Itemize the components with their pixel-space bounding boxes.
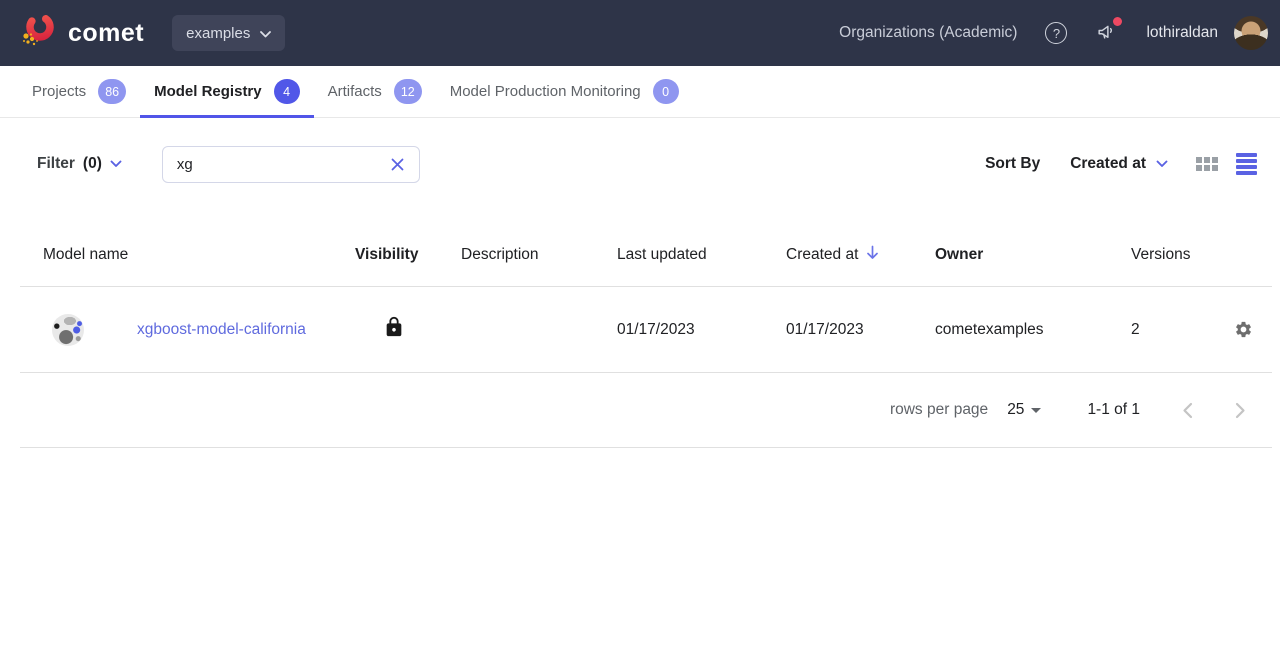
comet-logo-icon	[18, 11, 58, 56]
sort-field-dropdown[interactable]: Created at	[1070, 155, 1168, 173]
tab-model-registry[interactable]: Model Registry 4	[140, 66, 314, 117]
tab-projects-label: Projects	[32, 83, 86, 100]
tab-model-production-monitoring-label: Model Production Monitoring	[450, 83, 641, 100]
sort-by-label: Sort By	[985, 155, 1040, 173]
tab-model-registry-count-badge: 4	[274, 79, 300, 104]
created-at-label: Created at	[786, 246, 858, 264]
table-header-row: Model name Visibility Description Last u…	[20, 224, 1272, 287]
column-header-last-updated[interactable]: Last updated	[617, 246, 786, 264]
announcements-button[interactable]	[1095, 20, 1118, 47]
username-label[interactable]: lothiraldan	[1146, 24, 1218, 42]
tab-projects[interactable]: Projects 86	[18, 66, 140, 117]
lock-icon	[383, 315, 405, 344]
column-header-versions[interactable]: Versions	[1083, 246, 1234, 264]
model-registry-table: Model name Visibility Description Last u…	[20, 224, 1272, 448]
table-row: xgboost-model-california 01/17/2023 01/1…	[20, 287, 1272, 373]
tab-projects-count-badge: 86	[98, 79, 126, 104]
row-actions-cell	[1234, 320, 1272, 339]
logo-wordmark: comet	[68, 19, 144, 48]
user-avatar[interactable]	[1234, 16, 1268, 50]
tab-model-registry-label: Model Registry	[154, 83, 262, 100]
tab-artifacts-count-badge: 12	[394, 79, 422, 104]
page-range-label: 1-1 of 1	[1087, 401, 1140, 419]
search-box	[162, 146, 420, 183]
rows-per-page-label: rows per page	[890, 401, 988, 419]
sort-area: Sort By Created at	[985, 153, 1257, 174]
grid-view-icon[interactable]	[1196, 157, 1218, 171]
chevron-right-icon	[1235, 402, 1246, 419]
comet-logo[interactable]: comet	[18, 11, 144, 56]
rows-per-page-value: 25	[1007, 401, 1024, 419]
model-avatar	[52, 314, 84, 346]
search-input[interactable]	[177, 156, 388, 173]
row-settings-button[interactable]	[1234, 320, 1253, 339]
tab-model-production-monitoring-count-badge: 0	[653, 79, 679, 104]
app-header: comet examples Organizations (Academic) …	[0, 0, 1280, 66]
filter-bar: Filter (0) Sort By Created at	[0, 142, 1280, 186]
filter-dropdown[interactable]: Filter (0)	[37, 155, 122, 173]
last-updated-cell: 01/17/2023	[617, 321, 786, 339]
close-icon	[390, 157, 405, 172]
view-toggles	[1196, 153, 1257, 174]
header-right: Organizations (Academic) ? lothiraldan	[839, 16, 1268, 50]
organization-menu[interactable]: Organizations (Academic)	[839, 24, 1017, 42]
workspace-selector-label: examples	[186, 25, 250, 42]
tab-artifacts[interactable]: Artifacts 12	[314, 66, 436, 117]
created-at-cell: 01/17/2023	[786, 321, 935, 339]
next-page-button[interactable]	[1231, 398, 1250, 423]
pagination-row: rows per page 25 1-1 of 1	[20, 373, 1272, 448]
notification-dot	[1113, 17, 1122, 26]
tab-artifacts-label: Artifacts	[328, 83, 382, 100]
sort-field-value: Created at	[1070, 155, 1146, 173]
chevron-left-icon	[1182, 402, 1193, 419]
owner-cell: cometexamples	[935, 321, 1083, 339]
filter-label: Filter	[37, 155, 75, 173]
sort-descending-arrow-icon	[866, 245, 879, 265]
main-tab-bar: Projects 86 Model Registry 4 Artifacts 1…	[0, 66, 1280, 118]
previous-page-button[interactable]	[1178, 398, 1197, 423]
visibility-cell	[355, 315, 461, 344]
column-header-created-at[interactable]: Created at	[786, 245, 935, 265]
column-header-visibility[interactable]: Visibility	[355, 246, 461, 264]
rows-per-page-select[interactable]: 25	[1007, 401, 1041, 419]
list-view-icon[interactable]	[1236, 153, 1257, 174]
model-name-cell: xgboost-model-california	[20, 314, 355, 346]
filter-count: (0)	[83, 155, 102, 173]
model-name-link[interactable]: xgboost-model-california	[137, 321, 306, 339]
tab-model-production-monitoring[interactable]: Model Production Monitoring 0	[436, 66, 693, 117]
gear-icon	[1234, 320, 1253, 339]
column-header-model-name[interactable]: Model name	[20, 246, 355, 264]
chevron-down-icon	[110, 155, 122, 173]
column-header-description[interactable]: Description	[461, 246, 617, 264]
workspace-selector[interactable]: examples	[172, 15, 285, 51]
chevron-down-icon	[260, 25, 271, 42]
column-header-owner[interactable]: Owner	[935, 246, 1083, 264]
chevron-down-icon	[1156, 155, 1168, 173]
clear-search-button[interactable]	[388, 155, 407, 174]
dropdown-triangle-icon	[1031, 408, 1041, 413]
help-icon[interactable]: ?	[1045, 22, 1067, 44]
versions-cell: 2	[1083, 321, 1234, 339]
